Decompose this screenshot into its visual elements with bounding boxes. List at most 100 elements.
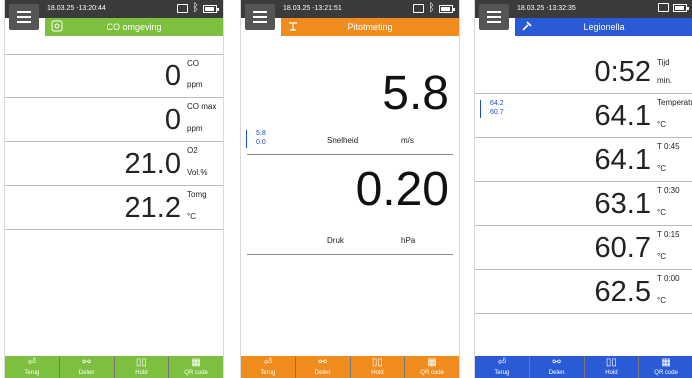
device-pitotmeting: 18.03.25 -13:21:51 ᛒ Pitotmeting 5.8 5.8… (240, 0, 460, 378)
device-legionella: 18.03.25 -13:32:35 Legionella 0:52 Tijd … (474, 0, 692, 378)
reading-row: 63.1 T 0:30 °C (475, 182, 692, 226)
reading-value: 21.0 (124, 148, 181, 180)
reading-unit: °C (657, 120, 666, 129)
minmax-bar (246, 130, 252, 148)
menu-button[interactable] (479, 4, 509, 30)
qr-code-button[interactable]: ▦ QR code (639, 356, 692, 378)
page-title: Legionella (583, 22, 625, 32)
share-button[interactable]: ⚯ Delen (60, 356, 115, 378)
reading-label: O2 (187, 146, 198, 155)
hold-icon: ▯▯ (135, 357, 147, 368)
hold-button[interactable]: ▯▯ Hold (585, 356, 640, 378)
back-icon: ⏎ (27, 357, 37, 368)
reading-unit: °C (657, 208, 666, 217)
page-title: CO omgeving (106, 22, 162, 32)
reading-row: 62.5 T 0:00 °C (475, 270, 692, 314)
page-title: Pitotmeting (347, 22, 393, 32)
reading-row: 21.2 Tomg °C (5, 186, 223, 230)
reading-label: CO (187, 59, 199, 68)
reading-value: 60.7 (594, 232, 651, 264)
title-bar: Legionella (515, 18, 692, 36)
pressure-unit: hPa (401, 236, 416, 245)
title-bar: Pitotmeting (281, 18, 459, 36)
reading-unit: °C (187, 212, 196, 221)
time-label: Tijd (657, 58, 670, 67)
title-bar: CO omgeving (45, 18, 223, 36)
reading-row: 64.1 T 0:45 °C (475, 138, 692, 182)
qr-icon: ▦ (191, 357, 201, 368)
pressure-value: 0.20 (355, 163, 449, 216)
menu-button[interactable] (9, 4, 39, 30)
reading-unit: °C (657, 252, 666, 261)
qr-code-button[interactable]: ▦ QR code (405, 356, 459, 378)
reading-label: T 0:45 (657, 142, 680, 151)
time-value: 0:52 (594, 56, 651, 88)
bottom-bar: ⏎ Terug ⚯ Delen ▯▯ Hold ▦ QR code (475, 356, 692, 378)
divider (247, 254, 453, 255)
pressure-label: Druk (327, 236, 344, 245)
time-row: 0:52 Tijd min. (475, 54, 692, 94)
hold-icon: ▯▯ (371, 357, 383, 368)
reading-label: Temperatu.. (657, 98, 692, 107)
back-button[interactable]: ⏎ Terug (5, 356, 60, 378)
reading-row: 0 CO max ppm (5, 98, 223, 142)
reading-value: 64.1 (594, 100, 651, 132)
reading-unit: Vol.% (187, 168, 208, 177)
reading-value: 64.1 (594, 144, 651, 176)
speed-unit: m/s (401, 136, 414, 145)
datetime: 18.03.25 -13:21:51 (283, 5, 342, 12)
share-button[interactable]: ⚯ Delen (530, 356, 585, 378)
menu-button[interactable] (245, 4, 275, 30)
reading-row: 0 CO ppm (5, 54, 223, 98)
back-button[interactable]: ⏎ Terug (475, 356, 530, 378)
usb-icon (658, 3, 669, 12)
speed-max: 5.8 (256, 130, 266, 137)
reading-label: Tomg (187, 190, 207, 199)
reading-label: T 0:00 (657, 274, 680, 283)
reading-label: CO max (187, 102, 217, 111)
device-co-omgeving: 18.03.25 -13:20:44 ᛒ CO omgeving 0 CO pp… (4, 0, 224, 378)
qr-code-button[interactable]: ▦ QR code (169, 356, 223, 378)
hold-button[interactable]: ▯▯ Hold (351, 356, 406, 378)
time-unit: min. (657, 76, 673, 85)
datetime: 18.03.25 -13:32:35 (517, 5, 576, 12)
share-button[interactable]: ⚯ Delen (296, 356, 351, 378)
reading-value: 0 (164, 104, 181, 136)
reading-value: 0 (164, 60, 181, 92)
temp-max: 64.2 (490, 100, 504, 107)
speed-value: 5.8 (382, 67, 449, 120)
speed-label: Snelheid (327, 136, 359, 145)
bluetooth-icon: ᛒ (428, 2, 435, 14)
reading-unit: °C (657, 164, 666, 173)
temp-min: 60.7 (490, 109, 504, 116)
qr-icon: ▦ (661, 357, 671, 368)
qr-icon: ▦ (427, 357, 437, 368)
back-icon: ⏎ (497, 357, 507, 368)
hold-icon: ▯▯ (605, 357, 617, 368)
share-icon: ⚯ (318, 357, 327, 368)
reading-value: 63.1 (594, 188, 651, 220)
reading-unit: ppm (187, 80, 203, 89)
minmax-bar (480, 100, 486, 118)
divider (247, 154, 453, 155)
battery-icon (673, 3, 689, 12)
reading-row: 64.2 60.7 64.1 Temperatu.. °C (475, 94, 692, 138)
bluetooth-icon: ᛒ (192, 2, 199, 14)
usb-icon (177, 4, 189, 13)
bottom-bar: ⏎ Terug ⚯ Delen ▯▯ Hold ▦ QR code (5, 356, 223, 378)
battery-icon (203, 4, 219, 13)
usb-icon (413, 4, 425, 13)
speed-min: 0.0 (256, 139, 266, 146)
reading-value: 62.5 (594, 276, 651, 308)
reading-label: T 0:15 (657, 230, 680, 239)
hold-button[interactable]: ▯▯ Hold (115, 356, 170, 378)
reading-unit: °C (657, 296, 666, 305)
back-icon: ⏎ (263, 357, 273, 368)
back-button[interactable]: ⏎ Terug (241, 356, 296, 378)
bottom-bar: ⏎ Terug ⚯ Delen ▯▯ Hold ▦ QR code (241, 356, 459, 378)
share-icon: ⚯ (552, 357, 561, 368)
reading-row: 21.0 O2 Vol.% (5, 142, 223, 186)
reading-value: 21.2 (124, 192, 181, 224)
share-icon: ⚯ (82, 357, 91, 368)
reading-label: T 0:30 (657, 186, 680, 195)
